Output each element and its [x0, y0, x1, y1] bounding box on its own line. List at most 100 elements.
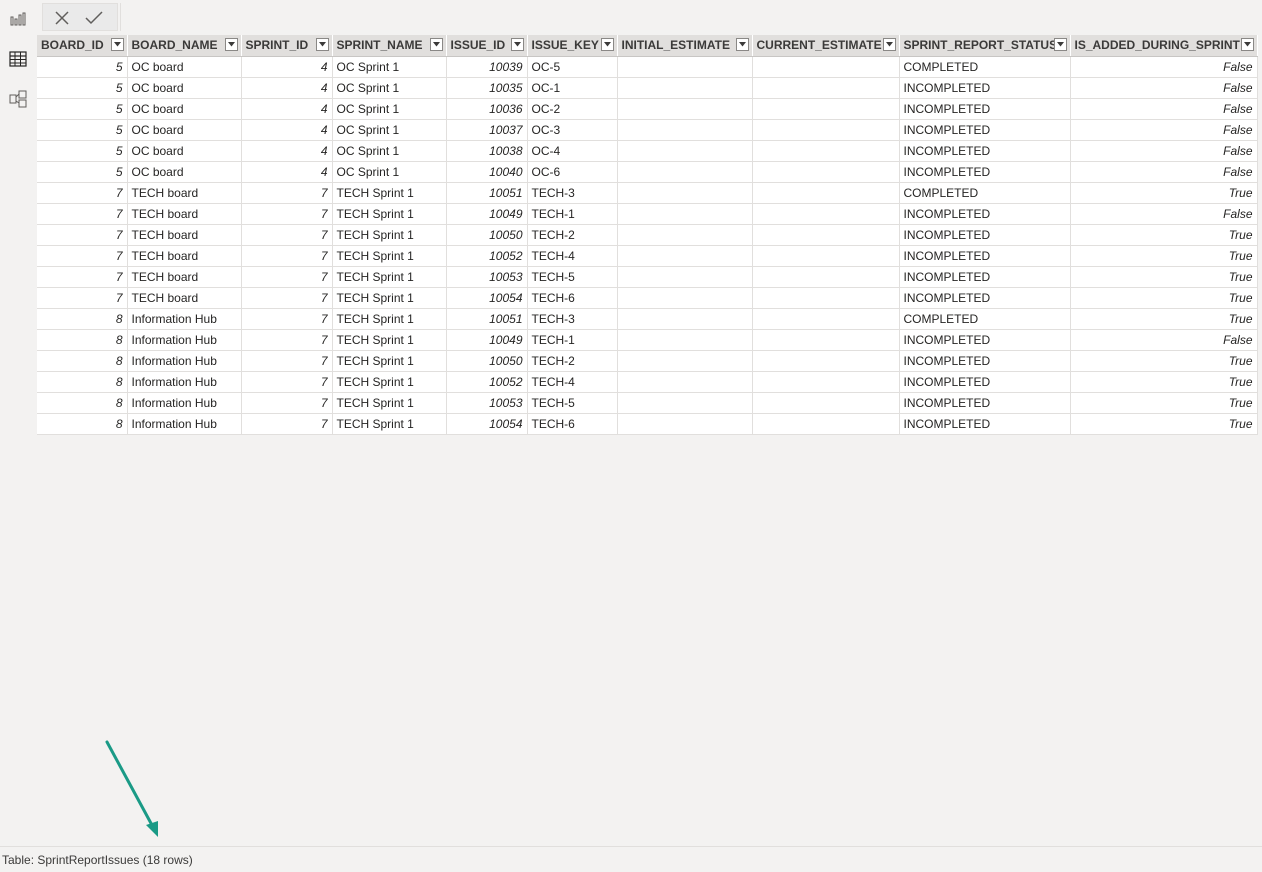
table-cell[interactable]: INCOMPLETED: [899, 77, 1071, 99]
table-cell[interactable]: INCOMPLETED: [899, 245, 1071, 267]
table-cell[interactable]: True: [1070, 308, 1258, 330]
table-cell[interactable]: TECH-2: [527, 350, 618, 372]
table-cell[interactable]: OC board: [127, 140, 242, 162]
table-cell[interactable]: OC board: [127, 56, 242, 78]
table-cell[interactable]: INCOMPLETED: [899, 266, 1071, 288]
table-cell[interactable]: COMPLETED: [899, 182, 1071, 204]
table-cell[interactable]: [752, 161, 900, 183]
table-cell[interactable]: INCOMPLETED: [899, 203, 1071, 225]
table-cell[interactable]: TECH board: [127, 245, 242, 267]
table-cell[interactable]: TECH Sprint 1: [332, 203, 447, 225]
table-cell[interactable]: True: [1070, 392, 1258, 414]
table-cell[interactable]: [752, 77, 900, 99]
table-cell[interactable]: 7: [241, 371, 333, 393]
table-cell[interactable]: TECH-3: [527, 182, 618, 204]
table-cell[interactable]: INCOMPLETED: [899, 392, 1071, 414]
table-cell[interactable]: 5: [37, 161, 128, 183]
table-cell[interactable]: 4: [241, 77, 333, 99]
table-cell[interactable]: INCOMPLETED: [899, 371, 1071, 393]
table-cell[interactable]: 4: [241, 161, 333, 183]
table-cell[interactable]: INCOMPLETED: [899, 329, 1071, 351]
table-cell[interactable]: OC Sprint 1: [332, 77, 447, 99]
table-cell[interactable]: OC-3: [527, 119, 618, 141]
table-cell[interactable]: OC board: [127, 77, 242, 99]
table-cell[interactable]: [617, 77, 753, 99]
table-cell[interactable]: 5: [37, 77, 128, 99]
table-cell[interactable]: [752, 308, 900, 330]
table-cell[interactable]: 7: [37, 245, 128, 267]
table-cell[interactable]: 4: [241, 119, 333, 141]
table-cell[interactable]: TECH-3: [527, 308, 618, 330]
table-cell[interactable]: 10054: [446, 413, 528, 435]
table-cell[interactable]: 4: [241, 56, 333, 78]
table-cell[interactable]: TECH Sprint 1: [332, 392, 447, 414]
table-cell[interactable]: [617, 245, 753, 267]
table-cell[interactable]: True: [1070, 182, 1258, 204]
table-cell[interactable]: TECH board: [127, 266, 242, 288]
table-cell[interactable]: [752, 266, 900, 288]
table-cell[interactable]: TECH Sprint 1: [332, 266, 447, 288]
table-cell[interactable]: INCOMPLETED: [899, 224, 1071, 246]
table-cell[interactable]: False: [1070, 77, 1258, 99]
table-cell[interactable]: INCOMPLETED: [899, 161, 1071, 183]
table-cell[interactable]: TECH Sprint 1: [332, 413, 447, 435]
table-cell[interactable]: OC Sprint 1: [332, 56, 447, 78]
table-cell[interactable]: 8: [37, 413, 128, 435]
table-cell[interactable]: 4: [241, 98, 333, 120]
table-cell[interactable]: OC-1: [527, 77, 618, 99]
table-cell[interactable]: True: [1070, 245, 1258, 267]
filter-dropdown-icon[interactable]: [110, 38, 124, 51]
filter-dropdown-icon[interactable]: [882, 38, 896, 51]
table-cell[interactable]: INCOMPLETED: [899, 98, 1071, 120]
table-cell[interactable]: [752, 287, 900, 309]
table-cell[interactable]: 7: [37, 287, 128, 309]
table-cell[interactable]: 4: [241, 140, 333, 162]
table-cell[interactable]: [752, 350, 900, 372]
table-cell[interactable]: 8: [37, 392, 128, 414]
table-cell[interactable]: 10052: [446, 245, 528, 267]
table-cell[interactable]: 10050: [446, 224, 528, 246]
table-cell[interactable]: OC board: [127, 119, 242, 141]
table-cell[interactable]: Information Hub: [127, 413, 242, 435]
table-cell[interactable]: 7: [241, 182, 333, 204]
table-cell[interactable]: OC Sprint 1: [332, 161, 447, 183]
table-cell[interactable]: [617, 287, 753, 309]
table-cell[interactable]: 10051: [446, 308, 528, 330]
table-cell[interactable]: False: [1070, 98, 1258, 120]
table-cell[interactable]: [617, 119, 753, 141]
table-cell[interactable]: COMPLETED: [899, 56, 1071, 78]
table-cell[interactable]: 8: [37, 350, 128, 372]
table-cell[interactable]: False: [1070, 119, 1258, 141]
table-cell[interactable]: [752, 56, 900, 78]
table-cell[interactable]: TECH Sprint 1: [332, 329, 447, 351]
table-cell[interactable]: True: [1070, 287, 1258, 309]
table-cell[interactable]: False: [1070, 56, 1258, 78]
table-cell[interactable]: Information Hub: [127, 350, 242, 372]
table-cell[interactable]: 10040: [446, 161, 528, 183]
column-header[interactable]: INITIAL_ESTIMATE: [617, 35, 753, 57]
table-cell[interactable]: TECH-6: [527, 413, 618, 435]
table-cell[interactable]: TECH-6: [527, 287, 618, 309]
table-cell[interactable]: 10053: [446, 392, 528, 414]
close-icon[interactable]: [51, 7, 73, 29]
table-cell[interactable]: 5: [37, 98, 128, 120]
table-cell[interactable]: [752, 329, 900, 351]
table-cell[interactable]: [752, 392, 900, 414]
table-cell[interactable]: TECH-5: [527, 266, 618, 288]
table-cell[interactable]: 8: [37, 371, 128, 393]
table-cell[interactable]: True: [1070, 371, 1258, 393]
table-cell[interactable]: 7: [37, 224, 128, 246]
table-cell[interactable]: 7: [241, 392, 333, 414]
table-cell[interactable]: [617, 98, 753, 120]
table-cell[interactable]: [617, 392, 753, 414]
table-cell[interactable]: TECH Sprint 1: [332, 350, 447, 372]
table-cell[interactable]: TECH Sprint 1: [332, 371, 447, 393]
table-cell[interactable]: [752, 140, 900, 162]
table-cell[interactable]: False: [1070, 140, 1258, 162]
table-cell[interactable]: [752, 245, 900, 267]
table-cell[interactable]: 10038: [446, 140, 528, 162]
table-cell[interactable]: OC Sprint 1: [332, 119, 447, 141]
table-cell[interactable]: TECH-4: [527, 371, 618, 393]
table-cell[interactable]: [617, 413, 753, 435]
table-cell[interactable]: INCOMPLETED: [899, 119, 1071, 141]
